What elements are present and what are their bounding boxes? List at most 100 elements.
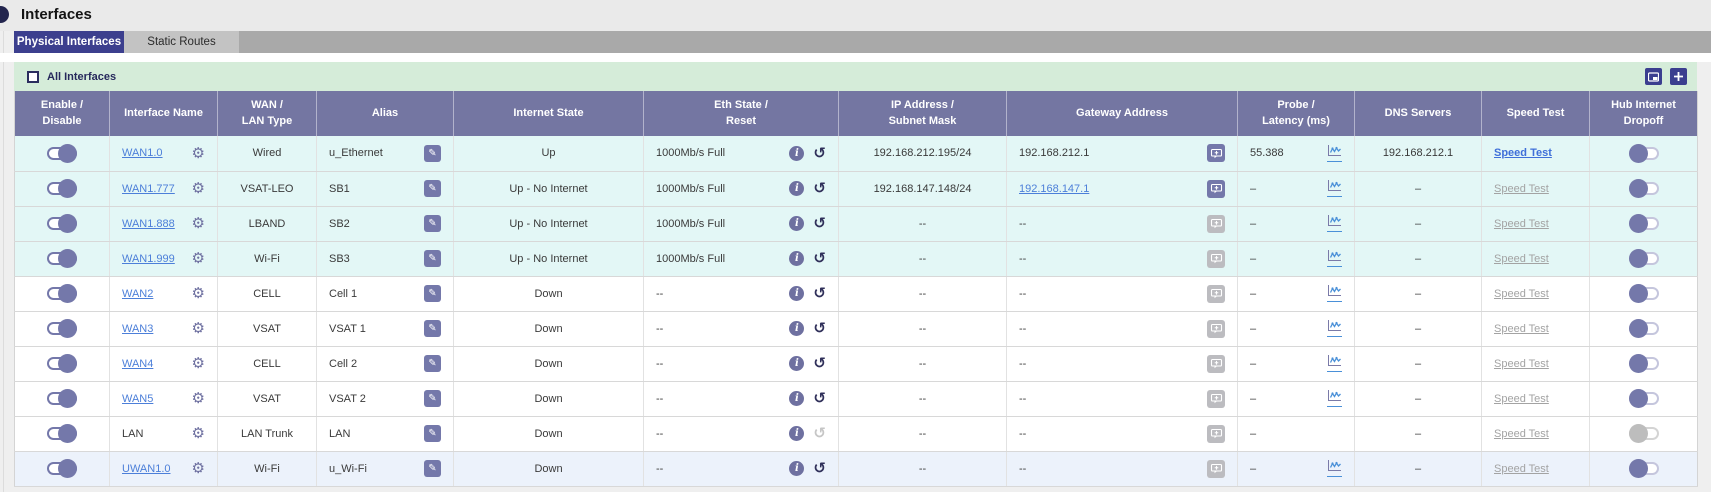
- hub-dropoff-cell: [1590, 276, 1698, 311]
- reset-icon[interactable]: ↺: [813, 461, 826, 476]
- edit-alias-icon[interactable]: ✎: [424, 145, 441, 162]
- speed-test-link[interactable]: Speed Test: [1494, 393, 1549, 405]
- interface-name-link[interactable]: WAN1.999: [122, 253, 175, 265]
- hub-internet-dropoff-toggle[interactable]: [1629, 147, 1659, 160]
- enable-toggle[interactable]: [47, 287, 77, 300]
- edit-alias-icon[interactable]: ✎: [424, 215, 441, 232]
- info-icon[interactable]: i: [789, 321, 804, 336]
- settings-gear-icon[interactable]: ⚙: [192, 461, 205, 476]
- enable-toggle[interactable]: [47, 392, 77, 405]
- latency-chart-icon[interactable]: [1327, 390, 1342, 407]
- settings-gear-icon[interactable]: ⚙: [192, 391, 205, 406]
- latency-chart-icon[interactable]: [1327, 250, 1342, 267]
- settings-gear-icon[interactable]: ⚙: [192, 356, 205, 371]
- speed-test-link[interactable]: Speed Test: [1494, 463, 1549, 475]
- edit-alias-icon[interactable]: ✎: [424, 425, 441, 442]
- info-icon[interactable]: i: [789, 461, 804, 476]
- info-icon[interactable]: i: [789, 356, 804, 371]
- reset-icon[interactable]: ↺: [813, 356, 826, 371]
- info-icon[interactable]: i: [789, 216, 804, 231]
- settings-gear-icon[interactable]: ⚙: [192, 251, 205, 266]
- hub-internet-dropoff-toggle[interactable]: [1629, 287, 1659, 300]
- hub-internet-dropoff-toggle[interactable]: [1629, 392, 1659, 405]
- enable-toggle[interactable]: [47, 147, 77, 160]
- enable-toggle[interactable]: [47, 427, 77, 440]
- latency-chart-icon[interactable]: [1327, 145, 1342, 162]
- reset-icon[interactable]: ↺: [813, 391, 826, 406]
- enable-toggle[interactable]: [47, 357, 77, 370]
- hub-internet-dropoff-toggle[interactable]: [1629, 357, 1659, 370]
- latency-chart-icon[interactable]: [1327, 460, 1342, 477]
- speed-test-link[interactable]: Speed Test: [1494, 323, 1549, 335]
- reset-icon[interactable]: ↺: [813, 146, 826, 161]
- speed-test-link[interactable]: Speed Test: [1494, 358, 1549, 370]
- latency-chart-icon[interactable]: [1327, 320, 1342, 337]
- enable-cell: [15, 346, 110, 381]
- interface-name-link[interactable]: UWAN1.0: [122, 463, 171, 475]
- enable-toggle[interactable]: [47, 252, 77, 265]
- speed-test-cell: Speed Test: [1482, 136, 1590, 171]
- interface-name-link[interactable]: WAN3: [122, 323, 153, 335]
- info-icon[interactable]: i: [789, 146, 804, 161]
- wan-lan-type-cell: LBAND: [218, 206, 317, 241]
- edit-alias-icon[interactable]: ✎: [424, 355, 441, 372]
- latency-chart-icon[interactable]: [1327, 285, 1342, 302]
- settings-gear-icon[interactable]: ⚙: [192, 286, 205, 301]
- info-icon[interactable]: i: [789, 251, 804, 266]
- settings-gear-icon[interactable]: ⚙: [192, 216, 205, 231]
- tab-physical-interfaces[interactable]: Physical Interfaces: [14, 31, 124, 53]
- edit-alias-icon[interactable]: ✎: [424, 285, 441, 302]
- gateway-address-link[interactable]: 192.168.147.1: [1019, 183, 1089, 195]
- hub-internet-dropoff-toggle[interactable]: [1629, 462, 1659, 475]
- reset-icon[interactable]: ↺: [813, 181, 826, 196]
- ping-gateway-icon: [1207, 390, 1225, 408]
- settings-gear-icon[interactable]: ⚙: [192, 321, 205, 336]
- latency-chart-icon[interactable]: [1327, 355, 1342, 372]
- edit-alias-icon[interactable]: ✎: [424, 460, 441, 477]
- column-header-5: Internet State: [454, 91, 644, 136]
- info-icon[interactable]: i: [789, 426, 804, 441]
- info-icon[interactable]: i: [789, 286, 804, 301]
- reset-icon[interactable]: ↺: [813, 251, 826, 266]
- interface-name-link[interactable]: WAN4: [122, 358, 153, 370]
- speed-test-link[interactable]: Speed Test: [1494, 218, 1549, 230]
- ping-gateway-icon[interactable]: [1207, 144, 1225, 162]
- interface-name-link[interactable]: WAN1.0: [122, 147, 163, 159]
- interface-name-link[interactable]: WAN5: [122, 393, 153, 405]
- settings-gear-icon[interactable]: ⚙: [192, 146, 205, 161]
- hub-internet-dropoff-toggle[interactable]: [1629, 217, 1659, 230]
- reset-icon[interactable]: ↺: [813, 216, 826, 231]
- reset-icon[interactable]: ↺: [813, 321, 826, 336]
- latency-chart-icon[interactable]: [1327, 215, 1342, 232]
- interface-name-link[interactable]: WAN2: [122, 288, 153, 300]
- ping-gateway-icon[interactable]: [1207, 180, 1225, 198]
- edit-alias-icon[interactable]: ✎: [424, 390, 441, 407]
- hub-internet-dropoff-toggle[interactable]: [1629, 182, 1659, 195]
- enable-toggle[interactable]: [47, 217, 77, 230]
- hub-internet-dropoff-toggle[interactable]: [1629, 252, 1659, 265]
- interface-name-link[interactable]: WAN1.777: [122, 183, 175, 195]
- enable-toggle[interactable]: [47, 462, 77, 475]
- interface-name-link[interactable]: WAN1.888: [122, 218, 175, 230]
- enable-toggle[interactable]: [47, 322, 77, 335]
- latency-chart-icon[interactable]: [1327, 180, 1342, 197]
- speed-test-link[interactable]: Speed Test: [1494, 253, 1549, 265]
- reset-icon[interactable]: ↺: [813, 286, 826, 301]
- settings-gear-icon[interactable]: ⚙: [192, 426, 205, 441]
- speed-test-link[interactable]: Speed Test: [1494, 428, 1549, 440]
- folder-icon[interactable]: [1645, 68, 1662, 85]
- speed-test-link[interactable]: Speed Test: [1494, 288, 1549, 300]
- speed-test-link[interactable]: Speed Test: [1494, 147, 1552, 159]
- settings-gear-icon[interactable]: ⚙: [192, 181, 205, 196]
- edit-alias-icon[interactable]: ✎: [424, 250, 441, 267]
- add-icon[interactable]: [1670, 68, 1687, 85]
- speed-test-link[interactable]: Speed Test: [1494, 183, 1549, 195]
- tab-static-routes[interactable]: Static Routes: [124, 31, 239, 53]
- hub-internet-dropoff-toggle[interactable]: [1629, 322, 1659, 335]
- edit-alias-icon[interactable]: ✎: [424, 180, 441, 197]
- enable-toggle[interactable]: [47, 182, 77, 195]
- info-icon[interactable]: i: [789, 181, 804, 196]
- all-interfaces-checkbox[interactable]: [27, 71, 39, 83]
- edit-alias-icon[interactable]: ✎: [424, 320, 441, 337]
- info-icon[interactable]: i: [789, 391, 804, 406]
